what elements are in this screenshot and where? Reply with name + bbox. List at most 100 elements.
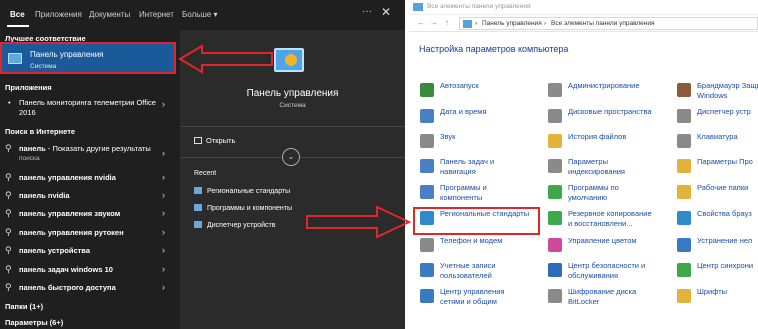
chevron-right-icon[interactable]: › bbox=[162, 264, 165, 274]
best-match-item[interactable]: Панель управления Система bbox=[0, 42, 176, 74]
control-panel-item[interactable]: Учетные записи пользователей bbox=[420, 260, 546, 282]
users-icon bbox=[420, 263, 434, 277]
keyboard-icon bbox=[677, 134, 691, 148]
control-panel-item[interactable]: Программы по умолчанию bbox=[548, 182, 674, 204]
breadcrumb-control-panel[interactable]: Панель управления bbox=[482, 20, 542, 27]
fonts-icon bbox=[677, 289, 691, 303]
open-action[interactable]: Открыть bbox=[194, 136, 235, 145]
chevron-right-icon[interactable]: › bbox=[162, 245, 165, 255]
web-result-item[interactable]: ⚲ панель быстрого доступа bbox=[5, 282, 165, 295]
control-panel-item[interactable]: Звук bbox=[420, 131, 546, 153]
preview-subtitle: Система bbox=[279, 102, 306, 109]
chevron-right-icon[interactable]: › bbox=[162, 148, 165, 158]
chevron-right-icon[interactable]: › bbox=[162, 172, 165, 182]
window-title: Все элементы панели управления bbox=[427, 3, 531, 10]
recent-item[interactable]: Региональные стандарты bbox=[194, 187, 290, 195]
recent-item[interactable]: Диспетчер устройств bbox=[194, 221, 275, 229]
preview-title: Панель управления bbox=[246, 88, 339, 99]
control-panel-item[interactable]: Дисковые пространства bbox=[548, 106, 674, 128]
tab-internet[interactable]: Интернет bbox=[139, 10, 174, 19]
settings-header[interactable]: Параметры (6+) bbox=[5, 318, 63, 327]
back-icon[interactable]: ← bbox=[417, 18, 425, 27]
chevron-right-icon[interactable]: › bbox=[162, 208, 165, 218]
control-panel-item-label: Параметры Про bbox=[697, 157, 753, 166]
control-panel-item[interactable]: Брандмауэр Защи Windows bbox=[677, 80, 758, 102]
forward-icon[interactable]: → bbox=[430, 18, 438, 27]
control-panel-item[interactable]: Центр управления сетями и общим bbox=[420, 286, 546, 308]
web-result-item[interactable]: ⚲ панель управления рутокен bbox=[5, 227, 165, 240]
web-result-item[interactable]: ⚲ панель - Показать другие результаты по… bbox=[5, 143, 165, 164]
control-panel-item[interactable]: Свойства брауз bbox=[677, 208, 757, 230]
control-panel-item[interactable]: Администрирование bbox=[548, 80, 674, 102]
recent-header: Recent bbox=[194, 170, 217, 177]
control-panel-item[interactable]: Программы и компоненты bbox=[420, 182, 546, 204]
control-panel-item-label: Клавиатура bbox=[697, 132, 738, 141]
tab-documents[interactable]: Документы bbox=[89, 10, 130, 19]
bitlocker-icon bbox=[548, 289, 562, 303]
admin-tools-icon bbox=[548, 83, 562, 97]
control-panel-item[interactable]: Параметры индексирования bbox=[548, 156, 674, 178]
search-icon: ⚲ bbox=[5, 190, 12, 200]
control-panel-item[interactable]: Автозапуск bbox=[420, 80, 546, 102]
best-match-subtitle: Система bbox=[30, 63, 57, 70]
expand-button[interactable]: ⌄ bbox=[282, 148, 300, 166]
search-icon: ⚲ bbox=[5, 172, 12, 182]
control-panel-item[interactable]: Центр синхрони bbox=[677, 260, 757, 282]
web-result-bold: панель устройства bbox=[19, 246, 90, 255]
app-item[interactable]: • Панель мониторинга телеметрии Office 2… bbox=[8, 98, 168, 120]
web-result-rest: - Показать другие результаты bbox=[45, 144, 151, 153]
search-icon: ⚲ bbox=[5, 282, 12, 292]
tab-apps[interactable]: Приложения bbox=[35, 10, 82, 19]
right-arrow bbox=[306, 205, 411, 239]
control-panel-item[interactable]: Шрифты bbox=[677, 286, 757, 308]
active-tab-underline bbox=[7, 25, 29, 27]
address-bar[interactable]: › Панель управления › Все элементы панел… bbox=[459, 17, 758, 30]
control-panel-item[interactable]: Резервное копирование и восстановлени... bbox=[548, 208, 674, 230]
control-panel-item[interactable]: Панель задач и навигация bbox=[420, 156, 546, 178]
web-result-item[interactable]: ⚲ панель nvidia bbox=[5, 190, 165, 203]
divider bbox=[180, 126, 405, 127]
control-panel-item-label: Автозапуск bbox=[440, 81, 479, 90]
recent-item[interactable]: Программы и компоненты bbox=[194, 204, 292, 212]
web-result-item[interactable]: ⚲ панель задач windows 10 bbox=[5, 264, 165, 277]
control-panel-item-label: Администрирование bbox=[568, 81, 640, 90]
open-icon bbox=[194, 137, 202, 144]
control-panel-item[interactable]: Телефон и модем bbox=[420, 235, 546, 257]
control-panel-item[interactable]: Управление цветом bbox=[548, 235, 674, 257]
autoplay-icon bbox=[420, 83, 434, 97]
web-result-item[interactable]: ⚲ панель управления звуком bbox=[5, 208, 165, 221]
chevron-right-icon[interactable]: › bbox=[162, 227, 165, 237]
control-panel-item[interactable]: Параметры Про bbox=[677, 156, 757, 178]
web-result-item[interactable]: ⚲ панель управления nvidia bbox=[5, 172, 165, 185]
clock-icon bbox=[420, 109, 434, 123]
up-icon[interactable]: ↑ bbox=[445, 18, 449, 27]
regional-settings-icon bbox=[194, 187, 202, 194]
control-panel-item[interactable]: Клавиатура bbox=[677, 131, 757, 153]
control-panel-icon bbox=[274, 48, 304, 72]
control-panel-item[interactable]: Центр безопасности и обслуживания bbox=[548, 260, 674, 282]
control-panel-item[interactable]: Рабочие папки bbox=[677, 182, 757, 204]
speaker-icon bbox=[420, 134, 434, 148]
folders-header[interactable]: Папки (1+) bbox=[5, 302, 43, 311]
web-result-bold: панель управления звуком bbox=[19, 209, 121, 218]
chevron-right-icon[interactable]: › bbox=[162, 282, 165, 292]
more-options-icon[interactable]: ··· bbox=[362, 6, 372, 17]
search-icon: ⚲ bbox=[5, 143, 12, 153]
control-panel-item-label: Панель задач и навигация bbox=[440, 157, 495, 176]
highlight-box bbox=[413, 207, 540, 235]
tab-all[interactable]: Все bbox=[10, 10, 25, 19]
tab-more-label: Больше bbox=[182, 10, 212, 19]
control-panel-item-label: Телефон и модем bbox=[440, 236, 503, 245]
control-panel-item[interactable]: Шифрование диска BitLocker bbox=[548, 286, 674, 308]
control-panel-item[interactable]: Устранение нел bbox=[677, 235, 757, 257]
tab-more[interactable]: Больше ▾ bbox=[182, 10, 217, 19]
breadcrumb-all-items[interactable]: Все элементы панели управления bbox=[551, 20, 655, 27]
control-panel-item[interactable]: Диспетчер устр bbox=[677, 106, 757, 128]
chevron-right-icon[interactable]: › bbox=[162, 99, 165, 109]
control-panel-item[interactable]: Дата и время bbox=[420, 106, 546, 128]
web-result-item[interactable]: ⚲ панель устройства bbox=[5, 245, 165, 258]
search-icon: ⚲ bbox=[5, 245, 12, 255]
chevron-right-icon[interactable]: › bbox=[162, 190, 165, 200]
control-panel-item[interactable]: История файлов bbox=[548, 131, 674, 153]
close-icon[interactable]: ✕ bbox=[381, 5, 391, 19]
